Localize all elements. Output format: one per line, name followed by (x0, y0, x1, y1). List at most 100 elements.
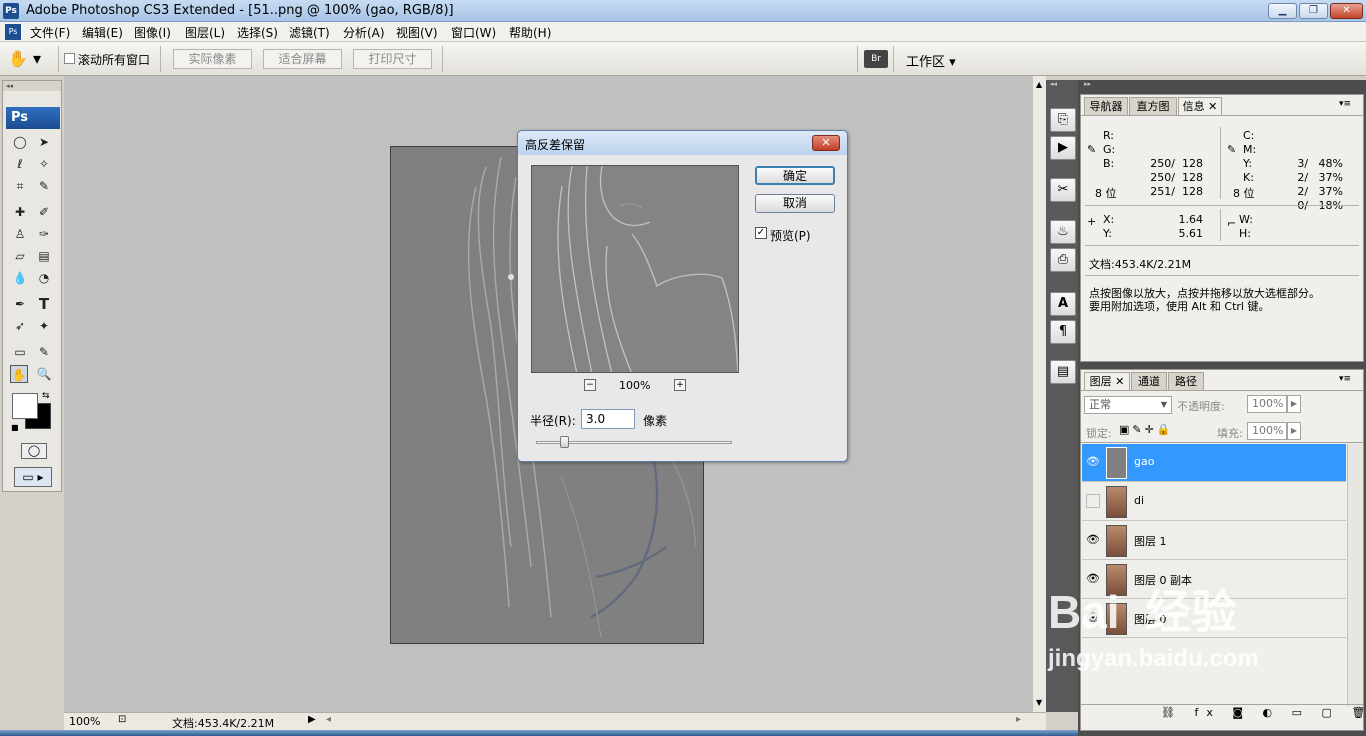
path-selection-tool-icon[interactable]: ➶ (11, 317, 29, 335)
magic-wand-tool-icon[interactable]: ✧ (35, 155, 53, 173)
status-menu-arrow-icon[interactable]: ▶ (308, 714, 316, 725)
menu-edit[interactable]: 编辑(E) (82, 24, 123, 41)
zoom-tool-icon[interactable]: 🔍 (35, 365, 53, 383)
zoom-out-icon[interactable]: − (584, 379, 596, 391)
tab-navigator[interactable]: 导航器 (1084, 97, 1128, 115)
move-tool-icon[interactable]: ➤ (35, 133, 53, 151)
ok-button[interactable]: 确定 (755, 166, 835, 185)
menu-view[interactable]: 视图(V) (396, 24, 438, 41)
crop-tool-icon[interactable]: ⌗ (11, 177, 29, 195)
eyedropper-icon[interactable]: ✎ (1087, 143, 1096, 156)
lock-icons[interactable]: ▣✎✛🔒 (1119, 423, 1174, 436)
print-size-button[interactable]: 打印尺寸 (353, 49, 432, 69)
eye-icon[interactable]: 👁 (1086, 455, 1100, 469)
panel-menu-icon[interactable]: ▾≡ (1339, 99, 1351, 109)
fill-input[interactable]: 100% (1247, 422, 1287, 440)
dock-collapse-icon[interactable]: ◂◂ (1050, 80, 1057, 88)
character-panel-icon[interactable]: A (1050, 292, 1076, 316)
dialog-close-button[interactable]: ✕ (812, 135, 840, 151)
eraser-tool-icon[interactable]: ▱ (11, 247, 29, 265)
preview-checkbox[interactable]: ✓ (755, 227, 767, 239)
clone-source-panel-icon[interactable]: ⎙ (1050, 248, 1076, 272)
menu-filter[interactable]: 滤镜(T) (289, 24, 330, 41)
bridge-icon[interactable]: Br (864, 50, 888, 68)
layer-row-layer1[interactable]: 👁 图层 1 (1082, 522, 1346, 560)
radius-input[interactable]: 3.0 (581, 409, 635, 429)
scroll-all-checkbox[interactable] (64, 53, 75, 64)
brushes-panel-icon[interactable]: ♨ (1050, 220, 1076, 244)
healing-brush-tool-icon[interactable]: ✚ (11, 203, 29, 221)
tab-layers[interactable]: 图层 ✕ (1084, 372, 1130, 390)
type-tool-icon[interactable]: T (35, 295, 53, 313)
menu-analysis[interactable]: 分析(A) (343, 24, 385, 41)
paragraph-panel-icon[interactable]: ¶ (1050, 320, 1076, 344)
clone-stamp-tool-icon[interactable]: ♙ (11, 225, 29, 243)
gradient-tool-icon[interactable]: ▤ (35, 247, 53, 265)
menu-select[interactable]: 选择(S) (237, 24, 278, 41)
blur-tool-icon[interactable]: 💧 (11, 269, 29, 287)
status-info-icon[interactable]: ⊡ (118, 714, 126, 725)
layers-panel-menu-icon[interactable]: ▾≡ (1339, 374, 1351, 384)
eye-icon[interactable]: 👁 (1086, 572, 1100, 586)
tool-presets-panel-icon[interactable]: ✂ (1050, 178, 1076, 202)
swap-colors-icon[interactable]: ⇆ (42, 391, 50, 401)
foreground-color-swatch[interactable] (12, 393, 38, 419)
tab-channels[interactable]: 通道 (1131, 372, 1167, 390)
restore-button[interactable]: ❐ (1299, 3, 1328, 19)
scroll-right-icon[interactable]: ▸ (1016, 714, 1021, 725)
vertical-scrollbar[interactable]: ▲ ▼ (1032, 76, 1046, 712)
blend-mode-select[interactable]: 正常 ▼ (1084, 396, 1172, 414)
minimize-button[interactable]: ▁ (1268, 3, 1297, 19)
actual-pixels-button[interactable]: 实际像素 (173, 49, 252, 69)
hand-tool-icon[interactable]: ✋ (10, 365, 28, 383)
opacity-input[interactable]: 100% (1247, 395, 1287, 413)
opacity-arrow-icon[interactable]: ▶ (1287, 395, 1301, 413)
close-window-button[interactable]: ✕ (1330, 3, 1363, 19)
fit-screen-button[interactable]: 适合屏幕 (263, 49, 342, 69)
layers-scrollbar[interactable] (1347, 444, 1363, 706)
filter-preview[interactable] (531, 165, 739, 373)
layers-footer-icons[interactable]: ⛓ fx ◙ ◐ ▭ ▢ 🗑 (1161, 706, 1366, 719)
layer-row-gao[interactable]: 👁 gao (1082, 444, 1346, 482)
menu-image[interactable]: 图像(I) (134, 24, 171, 41)
tab-info[interactable]: 信息 ✕ (1178, 97, 1222, 115)
zoom-in-icon[interactable]: + (674, 379, 686, 391)
tab-histogram[interactable]: 直方图 (1129, 97, 1177, 115)
actions-panel-icon[interactable]: ▶ (1050, 136, 1076, 160)
quick-mask-icon[interactable]: ◯ (21, 443, 47, 459)
brush-tool-icon[interactable]: ✐ (35, 203, 53, 221)
eye-hidden-icon[interactable] (1086, 494, 1100, 508)
menu-file[interactable]: 文件(F) (30, 24, 70, 41)
eyedropper-tool-icon[interactable]: ✎ (35, 343, 53, 361)
layer-row-di[interactable]: di (1082, 483, 1346, 521)
panels-collapse-icon[interactable]: ▸▸ (1084, 80, 1091, 88)
hand-tool-preset-icon[interactable]: ✋ ▾ (8, 49, 52, 69)
menu-layer[interactable]: 图层(L) (185, 24, 225, 41)
tab-paths[interactable]: 路径 (1168, 372, 1204, 390)
layer-comps-panel-icon[interactable]: ▤ (1050, 360, 1076, 384)
scroll-down-icon[interactable]: ▼ (1036, 698, 1042, 707)
eye-icon[interactable]: 👁 (1086, 533, 1100, 547)
scroll-up-icon[interactable]: ▲ (1036, 80, 1042, 89)
marquee-tool-icon[interactable]: ◯ (11, 133, 29, 151)
pen-tool-icon[interactable]: ✒ (11, 295, 29, 313)
toolbox-header[interactable]: ◂◂ (3, 81, 61, 91)
zoom-level[interactable]: 100% (69, 715, 100, 728)
default-colors-icon[interactable]: ■ (11, 423, 19, 432)
scroll-left-icon[interactable]: ◂ (326, 714, 331, 725)
notes-tool-icon[interactable]: ▭ (11, 343, 29, 361)
menu-help[interactable]: 帮助(H) (509, 24, 551, 41)
custom-shape-tool-icon[interactable]: ✦ (35, 317, 53, 335)
dialog-title-bar[interactable]: 高反差保留 ✕ (518, 131, 847, 155)
history-brush-tool-icon[interactable]: ✑ (35, 225, 53, 243)
slice-tool-icon[interactable]: ✎ (35, 177, 53, 195)
fill-arrow-icon[interactable]: ▶ (1287, 422, 1301, 440)
workspace-menu[interactable]: 工作区 ▾ (906, 51, 956, 70)
history-panel-icon[interactable]: ⎘ (1050, 108, 1076, 132)
cancel-button[interactable]: 取消 (755, 194, 835, 213)
eyedropper-cmyk-icon[interactable]: ✎ (1227, 143, 1236, 156)
dodge-tool-icon[interactable]: ◔ (35, 269, 53, 287)
screen-mode-icon[interactable]: ▭ ▸ (14, 467, 52, 487)
menu-window[interactable]: 窗口(W) (451, 24, 496, 41)
radius-slider-knob[interactable] (559, 436, 569, 448)
